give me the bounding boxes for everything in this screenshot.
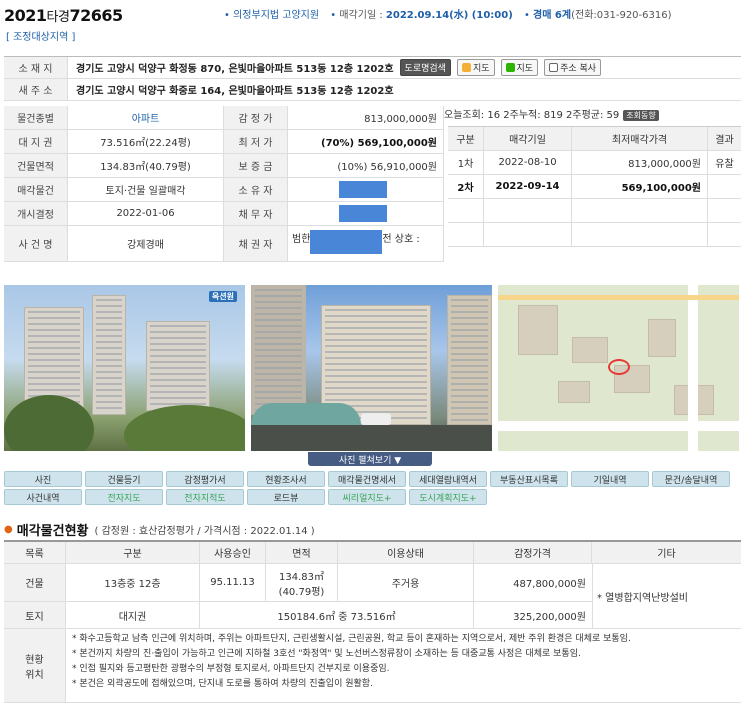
- debtor-value: [288, 202, 444, 225]
- deposit-label: 보 증 금: [224, 154, 288, 177]
- table-row: [448, 223, 741, 247]
- map-logo-icon: [505, 63, 515, 72]
- tab-appraisal[interactable]: 감정평가서: [166, 471, 244, 487]
- bid-history-table: 구분 매각기일 최저매각가격 결과 1차 2022-08-10 813,000,…: [448, 126, 741, 247]
- tab-real-map[interactable]: 씨리얼지도+: [328, 489, 406, 505]
- address-table: 소 재 지 경기도 고양시 덕양구 화정동 870, 은빛마을아파트 513동 …: [4, 56, 741, 101]
- expand-photos-button[interactable]: 사진 펼쳐보기 ▼: [308, 452, 432, 466]
- bullet-icon: ●: [4, 524, 13, 535]
- tab-property-list[interactable]: 부동산표시목록: [490, 471, 568, 487]
- tab-document-history[interactable]: 문건/송달내역: [652, 471, 730, 487]
- document-tabs: 사진 건물등기 감정평가서 현황조사서 매각물건명세서 세대열람내역서 부동산표…: [4, 471, 741, 507]
- photo-gallery: 옥션원: [4, 285, 741, 451]
- tab-sale-statement[interactable]: 매각물건명세서: [328, 471, 406, 487]
- tab-household-list[interactable]: 세대열람내역서: [409, 471, 487, 487]
- auction-dept: 경매 6계: [533, 10, 572, 21]
- tab-urban-plan-map[interactable]: 도시계획지도+: [409, 489, 487, 505]
- building-area-label: 건물면적: [4, 154, 68, 177]
- tab-roadview[interactable]: 로드뷰: [247, 489, 325, 505]
- location-pin-icon: [608, 359, 630, 375]
- tab-survey-report[interactable]: 현황조사서: [247, 471, 325, 487]
- new-address-value: 경기도 고양시 덕양구 화중로 164, 은빛마을아파트 513동 12층 12…: [76, 86, 394, 97]
- map-button-1[interactable]: 지도: [456, 59, 495, 76]
- tab-e-map[interactable]: 전자지도: [85, 489, 163, 505]
- exterior-photo-1[interactable]: 옥션원: [4, 285, 245, 451]
- deposit-value: (10%) 56,910,000원: [288, 154, 444, 177]
- dept-phone: (전화:031-920-6316): [571, 10, 672, 21]
- sale-item-value: 토지·건물 일괄매각: [68, 178, 224, 201]
- auction-summary: • 의정부지법 고양지원 • 매각기일 : 2022.09.14(水) (10:…: [224, 10, 672, 21]
- map-button-2[interactable]: 지도: [500, 59, 539, 76]
- etc-value: * 열병합지역난방설비: [592, 564, 741, 628]
- sale-item-label: 매각물건: [4, 178, 68, 201]
- debtor-label: 채 무 자: [224, 202, 288, 225]
- creditor-value: 범한 전 상호 :: [288, 226, 444, 261]
- tab-photo[interactable]: 사진: [4, 471, 82, 487]
- canopy: [251, 403, 361, 425]
- table-row: 1차 2022-08-10 813,000,000원 유찰: [448, 151, 741, 175]
- case-name-label: 사 건 명: [4, 226, 68, 261]
- exterior-photo-2[interactable]: [251, 285, 492, 451]
- case-number: 2021타경72665: [4, 5, 123, 25]
- location-notes: * 화수고등학교 남측 인근에 위치하며, 주위는 아파트단지, 근린생활시설,…: [72, 634, 631, 689]
- min-price-label: 최 저 가: [224, 130, 288, 153]
- land-right-label: 대 지 권: [4, 130, 68, 153]
- copy-address-button[interactable]: 주소 복사: [544, 59, 602, 76]
- view-stats: 오늘조회: 16 2주누적: 819 2주평균: 59 조회동향: [444, 106, 659, 121]
- location-map[interactable]: [498, 285, 739, 451]
- view-trend-button[interactable]: 조회동향: [623, 110, 659, 121]
- table-row: 건물 13층중 12층 95.11.13 134.83㎡ (40.79평) 주거용…: [4, 564, 592, 602]
- creditor-label: 채 권 자: [224, 226, 288, 261]
- property-status-table: 목록 구분 사용승인 면적 이용상태 감정가격 기타 건물 13층중 12층 9…: [4, 540, 741, 703]
- tab-date-history[interactable]: 기일내역: [571, 471, 649, 487]
- regulated-zone-link[interactable]: [ 조정대상지역 ]: [6, 28, 75, 43]
- appraisal-value: 813,000,000원: [288, 106, 444, 129]
- court-name: 의정부지법 고양지원: [233, 10, 320, 21]
- photo-watermark: 옥션원: [208, 291, 237, 302]
- table-row: [448, 199, 741, 223]
- start-decision-label: 개시결정: [4, 202, 68, 225]
- redacted-block: [310, 230, 383, 254]
- section-title: ● 매각물건현황 ( 감정원 : 효산감정평가 / 가격시점 : 2022.01…: [4, 524, 315, 539]
- appraisal-label: 감 정 가: [224, 106, 288, 129]
- property-type-value[interactable]: 아파트: [68, 106, 224, 129]
- table-row: 현황 위치 * 화수고등학교 남측 인근에 위치하며, 주위는 아파트단지, 근린…: [4, 629, 741, 703]
- new-address-label: 새 주 소: [4, 79, 68, 100]
- address-label: 소 재 지: [4, 57, 68, 78]
- start-decision-value: 2022-01-06: [68, 202, 224, 225]
- land-right-value: 73.516㎡(22.24평): [68, 130, 224, 153]
- min-price-value: (70%) 569,100,000원: [288, 130, 444, 153]
- tab-case-history[interactable]: 사건내역: [4, 489, 82, 505]
- auction-date: 2022.09.14(水) (10:00): [385, 10, 513, 21]
- redacted-block: [338, 181, 387, 198]
- table-row: 토지 대지권 150184.6㎡ 중 73.516㎡ 325,200,000원: [4, 602, 592, 628]
- address-value: 경기도 고양시 덕양구 화정동 870, 은빛마을아파트 513동 12층 12…: [76, 64, 394, 75]
- road-name-search-button[interactable]: 도로명검색: [399, 59, 451, 76]
- tab-building-registry[interactable]: 건물등기: [85, 471, 163, 487]
- map-logo-icon: [461, 63, 471, 72]
- table-row: 2차 2022-09-14 569,100,000원: [448, 175, 741, 199]
- section-subtitle: ( 감정원 : 효산감정평가 / 가격시점 : 2022.01.14 ): [94, 526, 315, 537]
- case-name-value: 강제경매: [68, 226, 224, 261]
- building-area-value: 134.83㎡(40.79평): [68, 154, 224, 177]
- tab-cadastral-map[interactable]: 전자지적도: [166, 489, 244, 505]
- copy-icon: [549, 63, 559, 72]
- owner-value: [288, 178, 444, 201]
- owner-label: 소 유 자: [224, 178, 288, 201]
- redacted-block: [338, 205, 387, 222]
- property-type-label: 물건종별: [4, 106, 68, 129]
